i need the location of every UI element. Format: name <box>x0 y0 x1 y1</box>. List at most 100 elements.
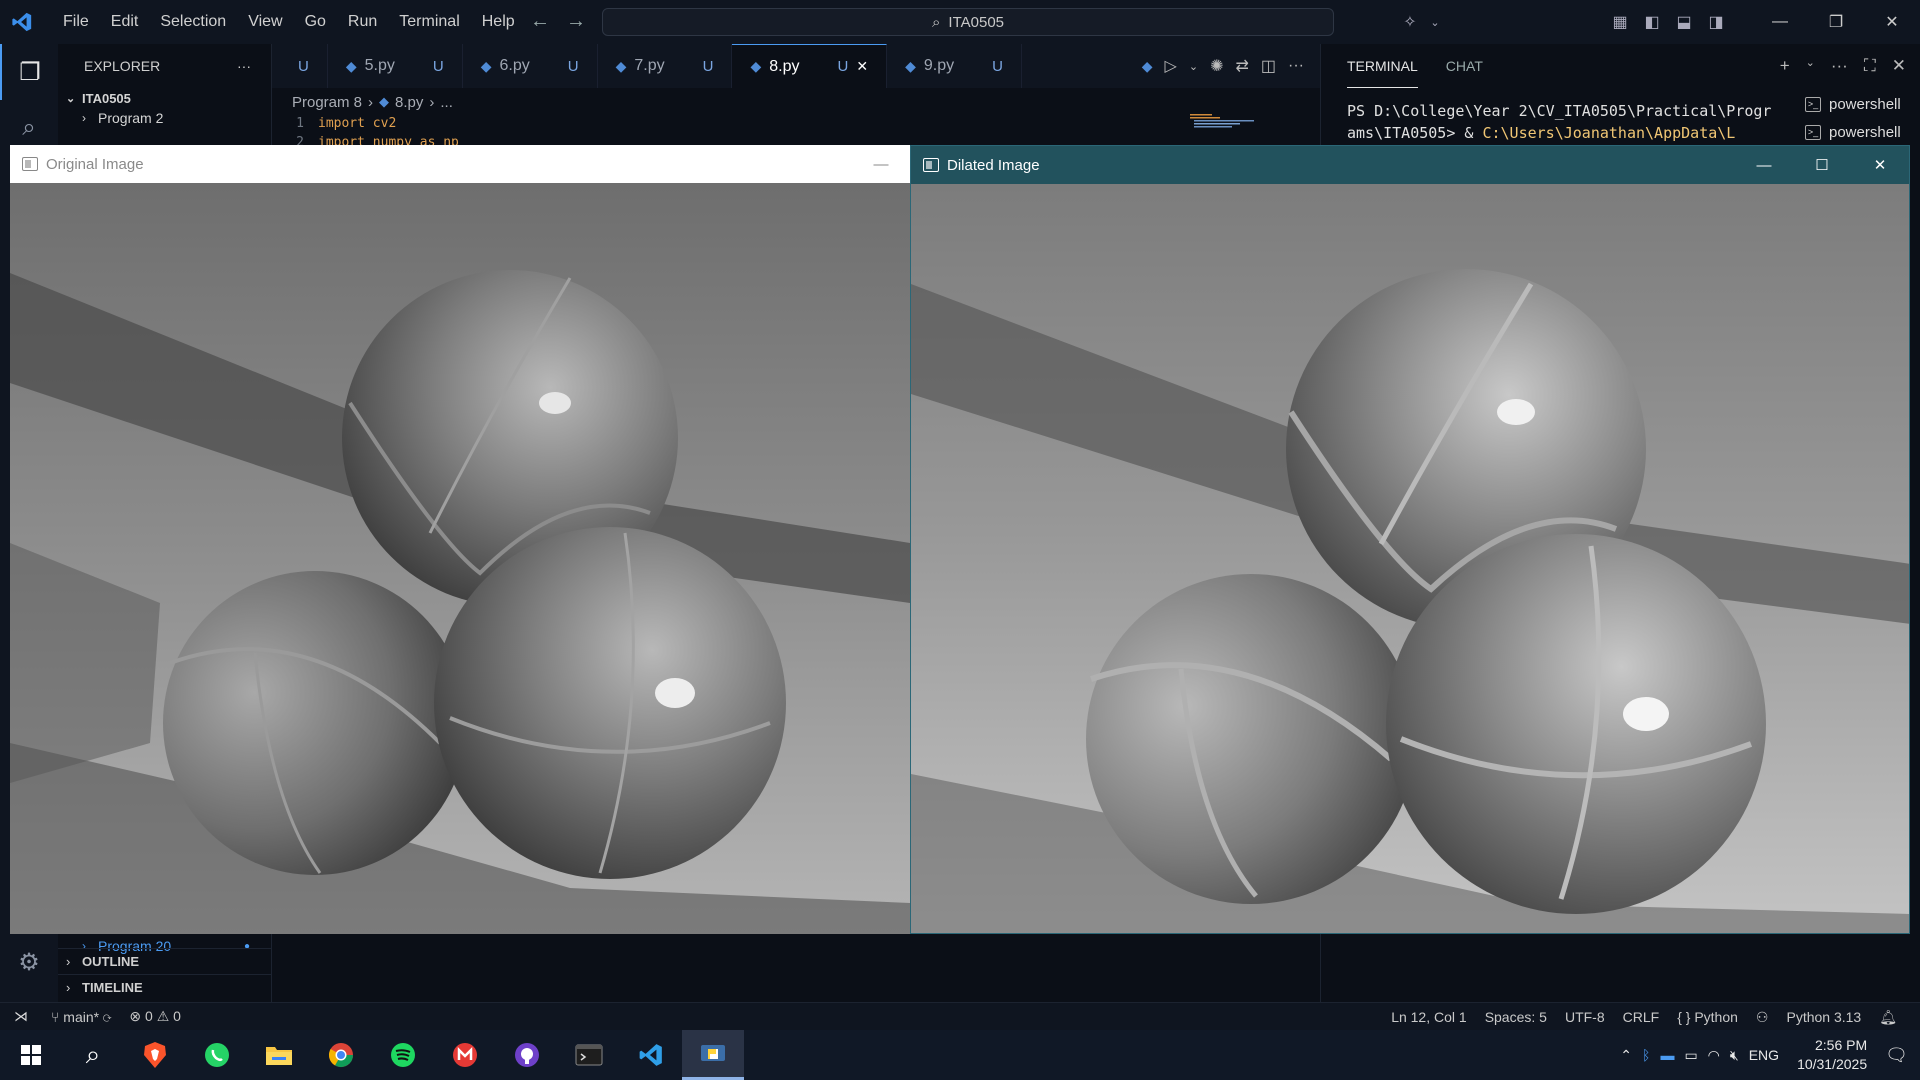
close-button[interactable]: ✕ <box>1851 146 1909 184</box>
python-interpreter[interactable]: Python 3.13 <box>1777 1009 1870 1025</box>
breadcrumb-symbol[interactable]: ... <box>440 94 453 111</box>
tray-app-icon[interactable]: ▬ <box>1660 1047 1674 1063</box>
vscode-logo-icon <box>0 0 44 44</box>
branch-indicator[interactable]: ⑂ main* ⟳ <box>42 1009 120 1025</box>
tab-label: 8.py <box>769 57 800 75</box>
encoding[interactable]: UTF-8 <box>1556 1009 1614 1025</box>
tab-file[interactable]: ◆ 5.py U <box>328 44 463 88</box>
menu-go[interactable]: Go <box>294 13 337 31</box>
explorer-icon[interactable]: ❐ <box>0 44 58 100</box>
tab-file[interactable]: ◆ 9.py U <box>887 44 1022 88</box>
code-line: 1 import cv2 <box>272 116 1320 135</box>
battery-icon[interactable]: ▭ <box>1684 1047 1697 1064</box>
untracked-badge: U <box>837 58 849 75</box>
indentation[interactable]: Spaces: 5 <box>1476 1009 1556 1025</box>
customize-layout-icon[interactable]: ▦ <box>1604 12 1636 32</box>
chevron-down-icon[interactable]: ⌄ <box>1426 16 1444 29</box>
forward-arrow-icon[interactable]: → <box>566 10 586 33</box>
tab-terminal[interactable]: TERMINAL <box>1347 44 1418 88</box>
dilated-image-window[interactable]: Dilated Image — ☐ ✕ <box>910 145 1910 934</box>
terminal-instance[interactable]: >_ powershell <box>1783 90 1920 118</box>
more-actions-icon[interactable]: ··· <box>1288 57 1304 75</box>
workspace-root[interactable]: ⌄ ITA0505 <box>58 88 271 108</box>
menu-help[interactable]: Help <box>471 13 526 31</box>
brave-icon[interactable] <box>124 1030 186 1080</box>
github-icon[interactable] <box>496 1030 558 1080</box>
spotify-icon[interactable] <box>372 1030 434 1080</box>
breadcrumb-file[interactable]: 8.py <box>395 94 423 111</box>
vscode-icon[interactable] <box>620 1030 682 1080</box>
chevron-down-icon[interactable]: ⌄ <box>1806 56 1815 76</box>
breadcrumb-folder[interactable]: Program 8 <box>292 94 362 111</box>
restore-button[interactable]: ❐ <box>1808 0 1864 44</box>
folder-item[interactable]: › Program 2 <box>58 108 271 128</box>
command-center[interactable]: ⌕ ITA0505 <box>602 8 1334 36</box>
close-tab-icon[interactable]: ✕ <box>856 58 868 75</box>
terminal-output[interactable]: PS D:\College\Year 2\CV_ITA0505\Practica… <box>1347 100 1773 144</box>
more-actions-icon[interactable]: ··· <box>1831 56 1848 76</box>
clock[interactable]: 2:56 PM 10/31/2025 <box>1789 1036 1875 1074</box>
minimize-button[interactable]: — <box>1735 146 1793 184</box>
settings-gear-icon[interactable]: ⚙ <box>0 934 58 990</box>
file-explorer-icon[interactable] <box>248 1030 310 1080</box>
chevron-down-icon[interactable]: ⌄ <box>1189 60 1198 73</box>
close-button[interactable]: ✕ <box>1864 0 1920 44</box>
maximize-panel-icon[interactable]: ⛶ <box>1864 56 1876 76</box>
gmail-icon[interactable] <box>434 1030 496 1080</box>
copilot-status-icon[interactable]: ⚇ <box>1747 1009 1778 1026</box>
outline-section[interactable]: › OUTLINE <box>58 948 272 974</box>
compare-changes-icon[interactable]: ⇄ <box>1235 56 1248 76</box>
menu-file[interactable]: File <box>52 13 100 31</box>
menu-run[interactable]: Run <box>337 13 388 31</box>
menu-edit[interactable]: Edit <box>100 13 150 31</box>
notifications-bell-icon[interactable]: 🔔︎ <box>1870 1009 1906 1026</box>
run-icon[interactable]: ▷ <box>1165 56 1177 76</box>
chevron-up-icon[interactable]: ⌃ <box>1620 1047 1632 1064</box>
python-icon[interactable] <box>682 1030 744 1080</box>
chatgpt-icon[interactable]: ✺ <box>1210 56 1223 76</box>
tab-file[interactable]: ◆ 7.py U <box>598 44 733 88</box>
back-arrow-icon[interactable]: ← <box>530 10 550 33</box>
more-actions-icon[interactable]: ··· <box>237 58 251 74</box>
cursor-position[interactable]: Ln 12, Col 1 <box>1382 1009 1476 1025</box>
original-image-window[interactable]: Original Image — <box>10 145 910 934</box>
end-of-line[interactable]: CRLF <box>1614 1009 1669 1025</box>
menu-terminal[interactable]: Terminal <box>388 13 470 31</box>
split-editor-icon[interactable]: ◫ <box>1261 56 1276 76</box>
remote-indicator-icon[interactable]: ⋊ <box>0 1003 42 1031</box>
language-mode[interactable]: { } Python <box>1668 1009 1747 1025</box>
whatsapp-icon[interactable] <box>186 1030 248 1080</box>
chrome-icon[interactable] <box>310 1030 372 1080</box>
window-title-bar[interactable]: Original Image <box>10 145 910 183</box>
terminal-icon: >_ <box>1805 96 1821 112</box>
copilot-icon[interactable]: ✧ <box>1394 12 1426 32</box>
toggle-sidebar-icon[interactable]: ◧ <box>1636 12 1668 32</box>
python-file-icon[interactable]: ◆ <box>1142 58 1153 75</box>
close-panel-icon[interactable]: ✕ <box>1892 56 1906 76</box>
bluetooth-icon[interactable]: ᛒ <box>1642 1047 1650 1063</box>
menu-selection[interactable]: Selection <box>149 13 237 31</box>
start-icon[interactable] <box>0 1030 62 1080</box>
minimap[interactable] <box>1190 112 1270 130</box>
tab-file[interactable]: U <box>272 44 328 88</box>
tab-chat[interactable]: CHAT <box>1446 44 1483 88</box>
toggle-secondary-sidebar-icon[interactable]: ◨ <box>1700 12 1732 32</box>
search-icon[interactable]: ⌕ <box>62 1030 124 1080</box>
timeline-section[interactable]: › TIMELINE <box>58 974 272 1000</box>
minimize-button[interactable]: — <box>852 145 910 183</box>
menu-view[interactable]: View <box>237 13 293 31</box>
maximize-button[interactable]: ☐ <box>1793 146 1851 184</box>
minimize-button[interactable]: — <box>1752 0 1808 44</box>
terminal-instance[interactable]: >_ powershell <box>1783 118 1920 146</box>
toggle-panel-icon[interactable]: ⬓ <box>1668 12 1700 32</box>
tab-file[interactable]: ◆ 6.py U <box>463 44 598 88</box>
volume-muted-icon[interactable]: 🔇︎ <box>1730 1047 1739 1064</box>
notifications-icon[interactable]: 🗨︎ <box>1885 1045 1908 1066</box>
windows-taskbar: ⌕ ⌃ ᛒ ▬ ▭ ◠ 🔇︎ ENG 2:56 PM 10/31/2025 🗨︎ <box>0 1030 1920 1080</box>
wifi-icon[interactable]: ◠ <box>1708 1047 1720 1064</box>
language-indicator[interactable]: ENG <box>1749 1047 1779 1063</box>
terminal-icon[interactable] <box>558 1030 620 1080</box>
tab-file-active[interactable]: ◆ 8.py U ✕ <box>732 44 888 88</box>
problems-indicator[interactable]: ⊗ 0 ⚠ 0 <box>120 1008 190 1025</box>
new-terminal-icon[interactable]: + <box>1780 56 1790 76</box>
